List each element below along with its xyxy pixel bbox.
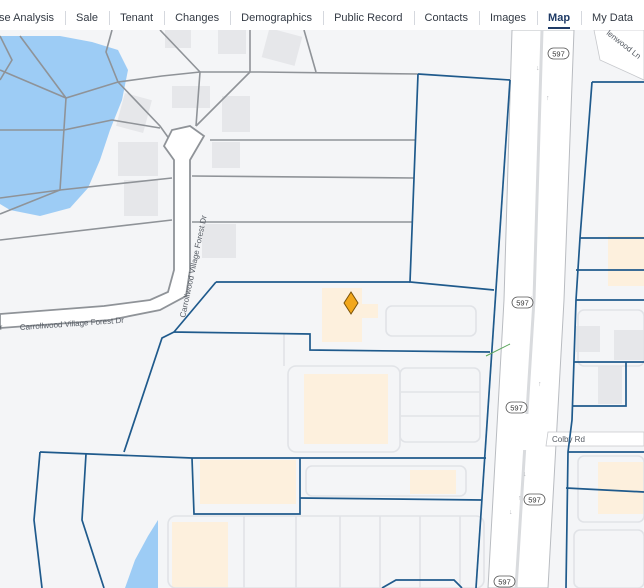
route-shield-597-b: 597 <box>511 296 534 309</box>
svg-text:↓: ↓ <box>523 471 527 478</box>
route-shield-597-e: 597 <box>493 575 516 588</box>
route-shield-597-c: 597 <box>505 401 528 414</box>
svg-text:↑: ↑ <box>546 95 550 102</box>
route-shield-597-a: 597 <box>547 47 570 60</box>
svg-text:↑: ↑ <box>518 495 522 502</box>
map-view[interactable]: r Carrollwood Village Forest Dr Carrollw… <box>0 30 644 588</box>
route-shield-597-d: 597 <box>523 493 546 506</box>
route-shield-text: 597 <box>510 404 523 413</box>
svg-text:↓: ↓ <box>509 509 513 516</box>
svg-text:↓: ↓ <box>536 65 540 72</box>
svg-text:↑: ↑ <box>538 381 542 388</box>
route-shield-text: 597 <box>498 578 511 587</box>
route-shield-text: 597 <box>516 299 529 308</box>
route-shield-text: 597 <box>528 496 541 505</box>
route-shield-text: 597 <box>552 50 565 59</box>
